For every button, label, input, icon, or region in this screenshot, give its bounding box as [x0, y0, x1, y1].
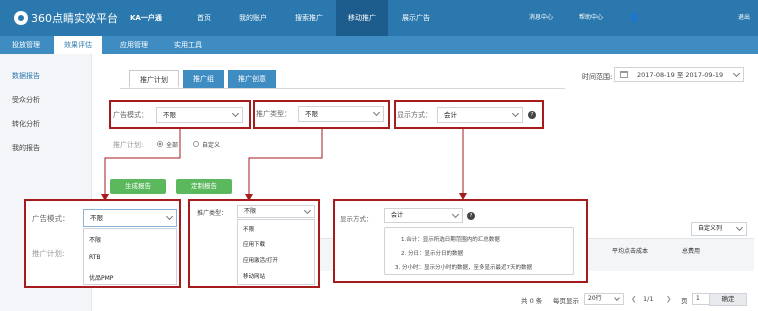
popup-promo-type-label: 推广类型：	[197, 210, 228, 217]
per-page-select[interactable]: 20行	[584, 293, 624, 305]
chevron-down-icon	[303, 206, 312, 215]
custom-columns-select[interactable]: 自定义列	[691, 222, 747, 236]
promo-type-option[interactable]: 应用激活/打开	[238, 256, 314, 264]
page-info: 1/1	[643, 295, 654, 303]
popup-promo-type-value: 不限	[244, 208, 257, 215]
table-header-avg-cpc: 平均点击成本	[612, 248, 649, 255]
ad-mode-option[interactable]: RTB	[84, 254, 176, 261]
total-count: 共 0 条	[521, 297, 543, 305]
table-header-total-cost: 总费用	[682, 248, 701, 255]
prev-page-icon[interactable]: ❮	[631, 295, 636, 303]
help-icon[interactable]: ?	[467, 212, 475, 220]
promo-type-option[interactable]: 移动网站	[238, 272, 314, 280]
custom-columns-value: 自定义列	[698, 225, 723, 232]
popup-display-label: 显示方式：	[340, 215, 373, 223]
popup-ad-mode-select[interactable]: 不限	[83, 209, 177, 227]
popup-ad-mode-value: 不限	[90, 214, 103, 222]
promo-type-option[interactable]: 应用下载	[238, 240, 314, 248]
ad-mode-dropdown-list: 不限 RTB 优品PMP	[83, 228, 177, 285]
ad-mode-option[interactable]: 不限	[84, 235, 176, 244]
display-mode-tooltip: 1.合计：显示所选日期范围内的汇总数据 2. 分日：显示分日的数据 3. 分小时…	[384, 227, 574, 275]
confirm-page-button[interactable]: 确定	[709, 293, 747, 306]
per-page-value: 20行	[588, 295, 602, 302]
popup-promo-type-select[interactable]: 不限	[237, 205, 315, 218]
popup-display-value: 会计	[391, 212, 404, 219]
chevron-down-icon	[451, 210, 460, 219]
promo-type-option[interactable]: 不限	[238, 225, 314, 233]
chevron-down-icon	[735, 223, 744, 232]
popup-display-select[interactable]: 会计	[384, 208, 463, 223]
tooltip-line: 2. 分日：显示分日的数据	[401, 251, 463, 257]
popup-plan-label: 推广计划:	[32, 249, 65, 258]
next-page-icon[interactable]: ❯	[666, 295, 671, 303]
popup-ad-mode-label: 广告模式：	[32, 214, 70, 223]
page-label: 页	[681, 297, 688, 305]
promo-type-dropdown-list: 不限 应用下载 应用激活/打开 移动网站	[237, 219, 315, 285]
chevron-down-icon	[165, 212, 174, 221]
tooltip-line: 1.合计：显示所选日期范围内的汇总数据	[401, 237, 500, 243]
tooltip-line: 3. 分小时：显示分小时的数据，至多显示最近7天的数据	[395, 265, 532, 271]
per-page-label: 每页显示	[553, 297, 579, 305]
ad-mode-option[interactable]: 优品PMP	[84, 273, 176, 282]
chevron-down-icon	[614, 295, 620, 301]
